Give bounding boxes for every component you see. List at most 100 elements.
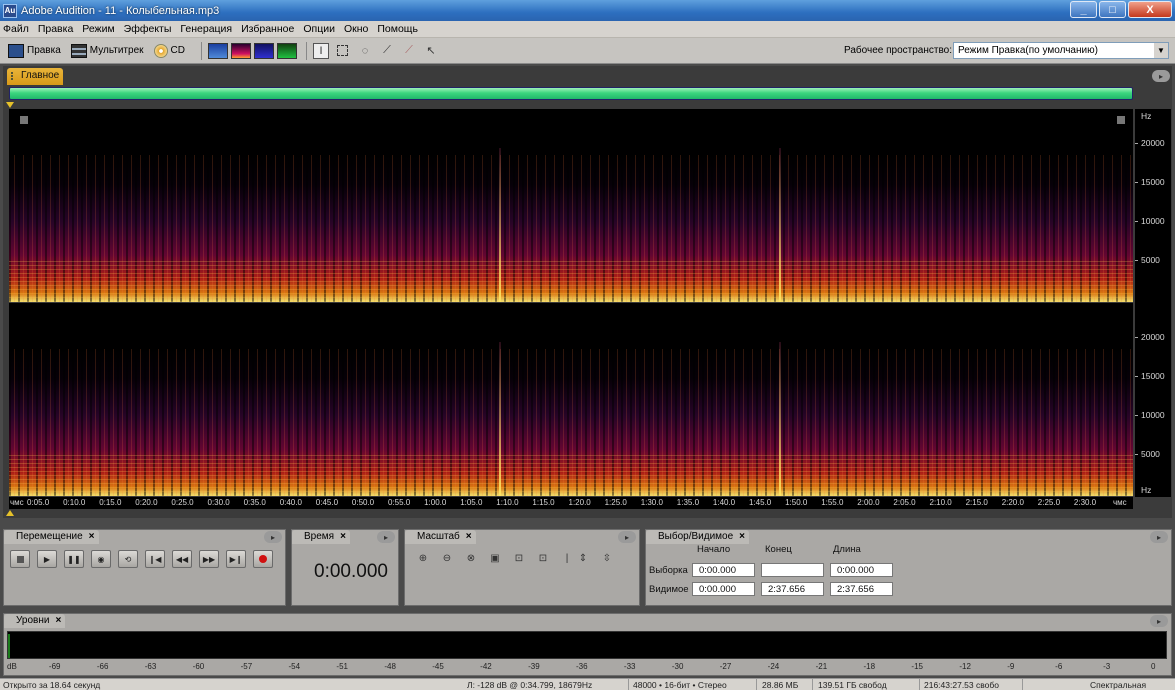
zoom-in-corner-icon[interactable] bbox=[20, 116, 28, 124]
play-button[interactable]: ▶ bbox=[37, 550, 57, 568]
zoom-out-vertical-icon[interactable]: ⇳ bbox=[599, 550, 615, 566]
tab-selection-view[interactable]: Выбор/Видимое × bbox=[646, 530, 750, 544]
panel-menu-icon[interactable]: ▸ bbox=[618, 531, 636, 543]
selection-view-panel: Выбор/Видимое × ▸ Начало Конец Длина Выбо… bbox=[645, 529, 1172, 606]
spectral-phase-view-icon[interactable] bbox=[276, 42, 297, 59]
loop-button[interactable]: ⟲ bbox=[118, 550, 138, 568]
fast-forward-button[interactable]: ▶▶ bbox=[199, 550, 219, 568]
menu-generate[interactable]: Генерация bbox=[180, 23, 232, 35]
close-button[interactable]: X bbox=[1128, 1, 1172, 18]
menu-favorites[interactable]: Избранное bbox=[241, 23, 294, 35]
play-from-cursor-button[interactable]: ◉ bbox=[91, 550, 111, 568]
record-button[interactable] bbox=[253, 550, 273, 568]
selection-length-field[interactable]: 0:00.000 bbox=[830, 563, 893, 577]
tab-zoom[interactable]: Масштаб × bbox=[405, 530, 476, 544]
view-length-field[interactable]: 2:37.656 bbox=[830, 582, 893, 596]
menu-options[interactable]: Опции bbox=[303, 23, 335, 35]
tab-transport[interactable]: Перемещение × bbox=[4, 530, 99, 544]
status-free-time: 216:43:27.53 свобо bbox=[924, 680, 999, 690]
spectral-pan-view-icon[interactable] bbox=[253, 42, 274, 59]
rewind-button[interactable]: ◀◀ bbox=[172, 550, 192, 568]
menu-bar: Файл Правка Режим Эффекты Генерация Избр… bbox=[0, 21, 1175, 38]
maximize-button[interactable]: □ bbox=[1099, 1, 1126, 18]
status-format: 48000 • 16-бит • Стерео bbox=[633, 680, 727, 690]
time-tick-label: 2:05.0 bbox=[893, 498, 916, 507]
overview-bar[interactable] bbox=[9, 87, 1133, 100]
tab-time[interactable]: Время × bbox=[292, 530, 350, 544]
brush-tool-icon[interactable]: ⟋ bbox=[379, 43, 395, 59]
pause-button[interactable]: ❚❚ bbox=[64, 550, 84, 568]
close-tab-icon[interactable]: × bbox=[466, 531, 472, 542]
zoom-out-horizontal-icon[interactable]: ⊖ bbox=[439, 550, 455, 566]
time-tick-label: 0:40.0 bbox=[279, 498, 302, 507]
chevron-down-icon: ▼ bbox=[1154, 43, 1168, 58]
time-tick-label: 1:30.0 bbox=[640, 498, 663, 507]
zoom-in-horizontal-icon[interactable]: ⊕ bbox=[415, 550, 431, 566]
workspace-value: Режим Правка(по умолчанию) bbox=[958, 45, 1098, 56]
time-tick-label: 1:35.0 bbox=[676, 498, 700, 507]
db-tick-label: -51 bbox=[336, 662, 348, 671]
playhead-marker-icon[interactable] bbox=[6, 510, 14, 516]
multitrack-icon bbox=[70, 43, 87, 58]
spectral-transient bbox=[779, 147, 781, 302]
spectral-frequency-view-icon[interactable] bbox=[230, 42, 251, 59]
lasso-tool-icon[interactable]: ◌ bbox=[357, 43, 373, 59]
waveform-view-icon[interactable] bbox=[207, 42, 228, 59]
minimize-button[interactable]: _ bbox=[1070, 1, 1097, 18]
workspace-label: Рабочее пространство: bbox=[844, 45, 952, 56]
time-selection-tool-icon[interactable]: I bbox=[312, 42, 329, 59]
menu-file[interactable]: Файл bbox=[3, 23, 29, 35]
hz-tick-label: 20000 bbox=[1141, 332, 1165, 342]
transport-panel: Перемещение × ▸ ▶ ❚❚ ◉ ⟲ ❙◀ ◀◀ ▶▶ ▶❙ bbox=[3, 529, 286, 606]
zoom-out-full-icon[interactable]: ⊗ bbox=[463, 550, 479, 566]
db-tick-label: -12 bbox=[959, 662, 971, 671]
time-tick-label: 1:10.0 bbox=[496, 498, 519, 507]
view-start-field[interactable]: 0:00.000 bbox=[692, 582, 755, 596]
menu-edit[interactable]: Правка bbox=[38, 23, 73, 35]
close-tab-icon[interactable]: × bbox=[89, 531, 95, 542]
spectrogram-right-channel[interactable] bbox=[9, 303, 1133, 496]
zoom-to-selection-icon[interactable]: ▣ bbox=[487, 550, 503, 566]
db-tick-label: -3 bbox=[1103, 662, 1111, 671]
zoom-out-corner-icon[interactable] bbox=[1117, 116, 1125, 124]
edit-view-button[interactable]: Правка bbox=[8, 43, 61, 58]
marquee-tool-icon[interactable] bbox=[335, 43, 351, 59]
zoom-in-vertical-icon[interactable]: ⇕ bbox=[575, 550, 591, 566]
close-tab-icon[interactable]: × bbox=[340, 531, 346, 542]
tab-main[interactable]: Главное bbox=[7, 68, 64, 85]
go-to-end-button[interactable]: ▶❙ bbox=[226, 550, 246, 568]
spot-healing-icon[interactable]: ⟋ bbox=[401, 43, 417, 59]
selection-end-field[interactable] bbox=[761, 563, 824, 577]
hz-unit-label: Hz bbox=[1141, 111, 1152, 121]
close-tab-icon[interactable]: × bbox=[739, 531, 745, 542]
panel-menu-icon[interactable]: ▸ bbox=[264, 531, 282, 543]
time-panel: Время × ▸ 0:00.000 bbox=[291, 529, 399, 606]
panel-menu-icon[interactable]: ▸ bbox=[1150, 615, 1168, 627]
tab-levels[interactable]: Уровни × bbox=[4, 614, 66, 628]
time-tick-label: 0:35.0 bbox=[243, 498, 266, 507]
status-separator bbox=[919, 679, 920, 690]
spectrogram-left-channel[interactable] bbox=[9, 109, 1133, 302]
cd-view-button[interactable]: CD bbox=[153, 43, 185, 58]
panel-menu-icon[interactable]: ▸ bbox=[377, 531, 395, 543]
level-meter-bar bbox=[8, 634, 10, 658]
menu-help[interactable]: Помощь bbox=[377, 23, 418, 35]
time-ruler[interactable]: чмс чмс 0:05.0 0:10.0 0:15.0 0:20.0 0:25.0 0:… bbox=[9, 497, 1133, 509]
close-tab-icon[interactable]: × bbox=[55, 615, 61, 626]
panel-menu-icon[interactable]: ▸ bbox=[1150, 531, 1168, 543]
zoom-left-edge-icon[interactable]: ⊡ bbox=[511, 550, 527, 566]
menu-window[interactable]: Окно bbox=[344, 23, 368, 35]
multitrack-view-button[interactable]: Мультитрек bbox=[70, 43, 144, 58]
selection-start-field[interactable]: 0:00.000 bbox=[692, 563, 755, 577]
panel-menu-icon[interactable]: ▸ bbox=[1152, 70, 1170, 82]
workspace-select[interactable]: Режим Правка(по умолчанию) ▼ bbox=[953, 42, 1169, 59]
time-tick-label: 1:05.0 bbox=[460, 498, 483, 507]
menu-view[interactable]: Режим bbox=[82, 23, 114, 35]
stop-button[interactable] bbox=[10, 550, 30, 568]
go-to-start-button[interactable]: ❙◀ bbox=[145, 550, 165, 568]
menu-effects[interactable]: Эффекты bbox=[124, 23, 172, 35]
hybrid-tool-icon[interactable]: ↖ bbox=[423, 43, 439, 59]
view-end-field[interactable]: 2:37.656 bbox=[761, 582, 824, 596]
tab-zoom-label: Масштаб bbox=[417, 531, 460, 542]
zoom-right-edge-icon[interactable]: ⊡ bbox=[535, 550, 551, 566]
